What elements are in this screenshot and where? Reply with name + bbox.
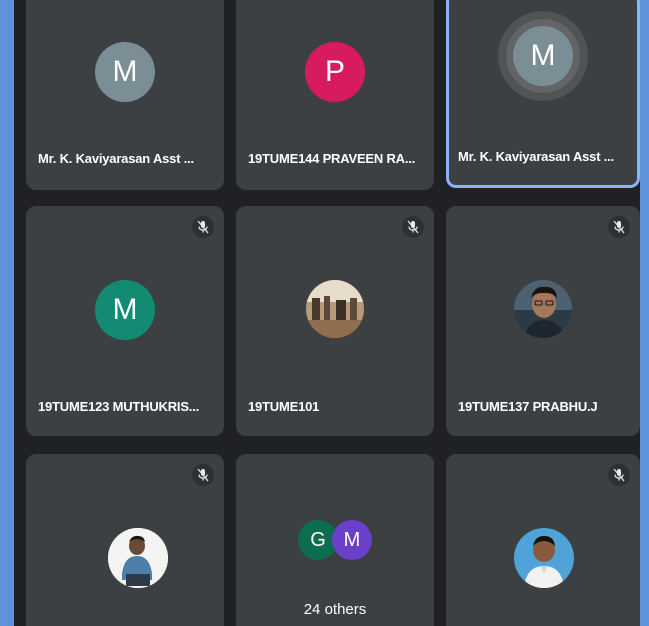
avatar-photo (306, 280, 364, 338)
participant-tile[interactable]: P 19TUME144 PRAVEEN RA... (236, 0, 434, 190)
mic-off-icon (608, 216, 630, 238)
avatar-photo (514, 528, 574, 588)
avatar: M (513, 26, 573, 86)
avatar-letter: M (112, 293, 138, 326)
participant-tile-active-speaker[interactable]: M Mr. K. Kaviyarasan Asst ... (446, 0, 640, 188)
participant-tile[interactable]: M Mr. K. Kaviyarasan Asst ... (26, 0, 224, 190)
avatar-letter: M (343, 528, 361, 551)
participant-tile[interactable] (446, 454, 640, 626)
avatar: P (305, 42, 365, 102)
device-frame: M Mr. K. Kaviyarasan Asst ... P 19TUME14… (0, 0, 649, 626)
participant-name: Mr. K. Kaviyarasan Asst ... (458, 149, 614, 164)
participant-name: 19TUME137 PRABHU.J (458, 399, 598, 414)
participant-tile[interactable]: 19TUME137 PRABHU.J (446, 206, 640, 436)
avatar-letter: P (324, 55, 345, 88)
participant-tile[interactable] (26, 454, 224, 626)
participant-tile[interactable]: M 19TUME123 MUTHUKRIS... (26, 206, 224, 436)
participant-name: 19TUME144 PRAVEEN RA... (248, 151, 416, 166)
participant-tile-others[interactable]: G M 24 others (236, 454, 434, 626)
avatar-letter: G (310, 528, 326, 551)
mic-off-icon (608, 464, 630, 486)
avatar: M (95, 42, 155, 102)
participant-name: 19TUME101 (248, 399, 320, 414)
mic-off-icon (192, 216, 214, 238)
avatar-photo (108, 528, 168, 588)
mic-off-icon (402, 216, 424, 238)
meeting-grid: M Mr. K. Kaviyarasan Asst ... P 19TUME14… (14, 0, 640, 626)
participant-name: 19TUME123 MUTHUKRIS... (38, 399, 200, 414)
avatar-m: M (332, 520, 372, 560)
participant-tile[interactable]: 19TUME101 (236, 206, 434, 436)
mic-off-icon (192, 464, 214, 486)
avatar-letter: M (530, 39, 556, 72)
avatar-letter: M (112, 55, 138, 88)
avatar-photo (514, 280, 572, 338)
others-count-label: 24 others (303, 601, 367, 618)
participant-name: Mr. K. Kaviyarasan Asst ... (38, 151, 194, 166)
avatar: M (95, 280, 155, 340)
